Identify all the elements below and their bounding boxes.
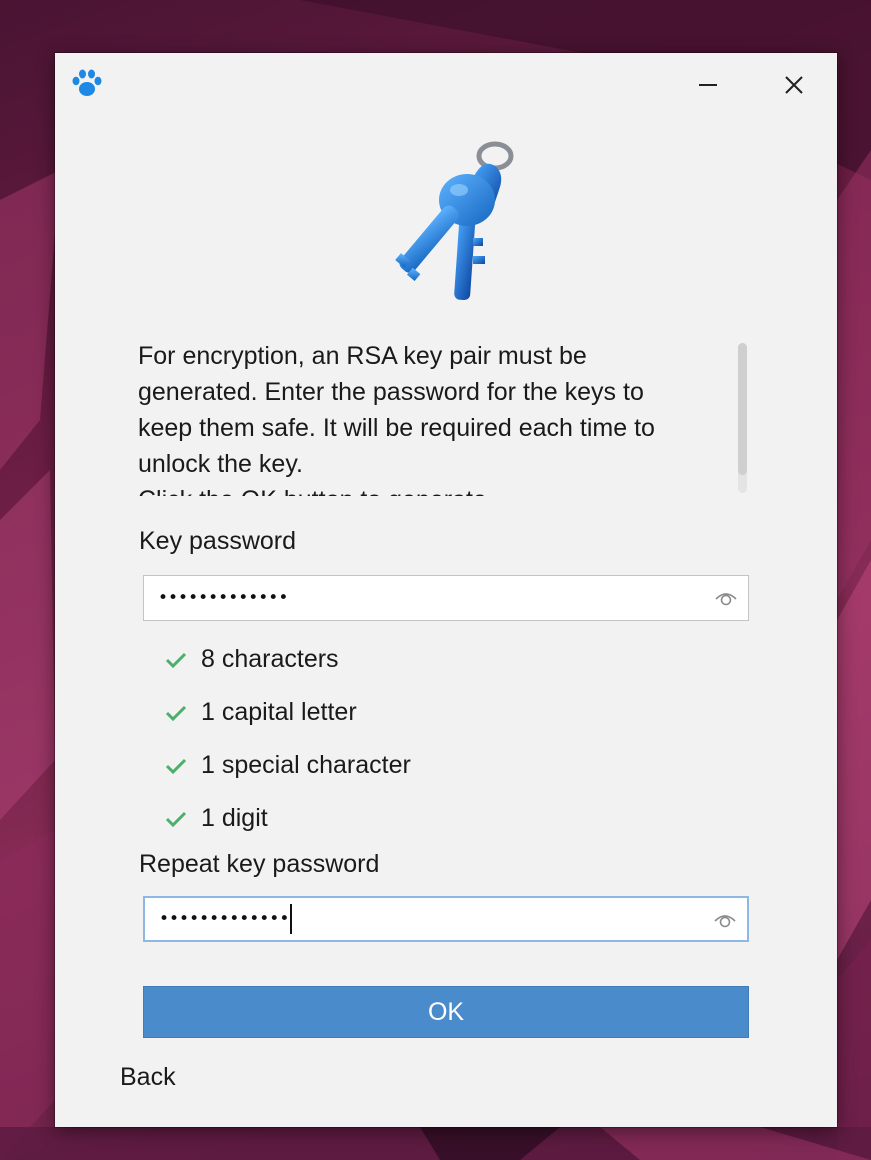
paw-icon (72, 69, 102, 96)
key-password-label: Key password (139, 527, 297, 555)
requirement-item: 1 special character (165, 739, 411, 792)
repeat-password-dots: ••••••••••••• (159, 909, 290, 929)
scrollbar-thumb[interactable] (738, 343, 747, 475)
requirement-item: 1 capital letter (165, 686, 411, 739)
requirement-label: 1 capital letter (201, 698, 357, 726)
ok-button[interactable]: OK (143, 986, 749, 1038)
password-requirements: 8 characters 1 capital letter 1 special … (165, 633, 411, 845)
text-caret (290, 904, 293, 934)
check-icon (165, 652, 187, 668)
check-icon (165, 811, 187, 827)
keys-icon (395, 141, 514, 301)
repeat-password-input[interactable]: ••••••••••••• (143, 896, 749, 942)
eye-icon[interactable] (714, 588, 738, 608)
back-button[interactable]: Back (120, 1063, 176, 1092)
key-password-dialog: For encryption, an RSA key pair must be … (55, 53, 837, 1127)
key-password-input[interactable]: ••••••••••••• (143, 575, 749, 621)
requirement-item: 8 characters (165, 633, 411, 686)
description-text: For encryption, an RSA key pair must be … (138, 342, 655, 496)
check-icon (165, 705, 187, 721)
minimize-button[interactable] (685, 63, 731, 107)
requirement-item: 1 digit (165, 792, 411, 845)
requirement-label: 8 characters (201, 645, 339, 673)
key-password-value: ••••••••••••• (158, 588, 289, 608)
requirement-label: 1 digit (201, 804, 268, 832)
description-scrollbar[interactable] (738, 343, 747, 493)
requirement-label: 1 special character (201, 751, 411, 779)
check-icon (165, 758, 187, 774)
repeat-password-label: Repeat key password (139, 850, 380, 878)
close-icon (785, 76, 803, 94)
minimize-icon (699, 84, 717, 86)
repeat-password-value: ••••••••••••• (159, 898, 293, 940)
description-scroll-area[interactable]: For encryption, an RSA key pair must be … (138, 338, 755, 496)
close-button[interactable] (771, 63, 817, 107)
eye-icon[interactable] (713, 910, 737, 930)
